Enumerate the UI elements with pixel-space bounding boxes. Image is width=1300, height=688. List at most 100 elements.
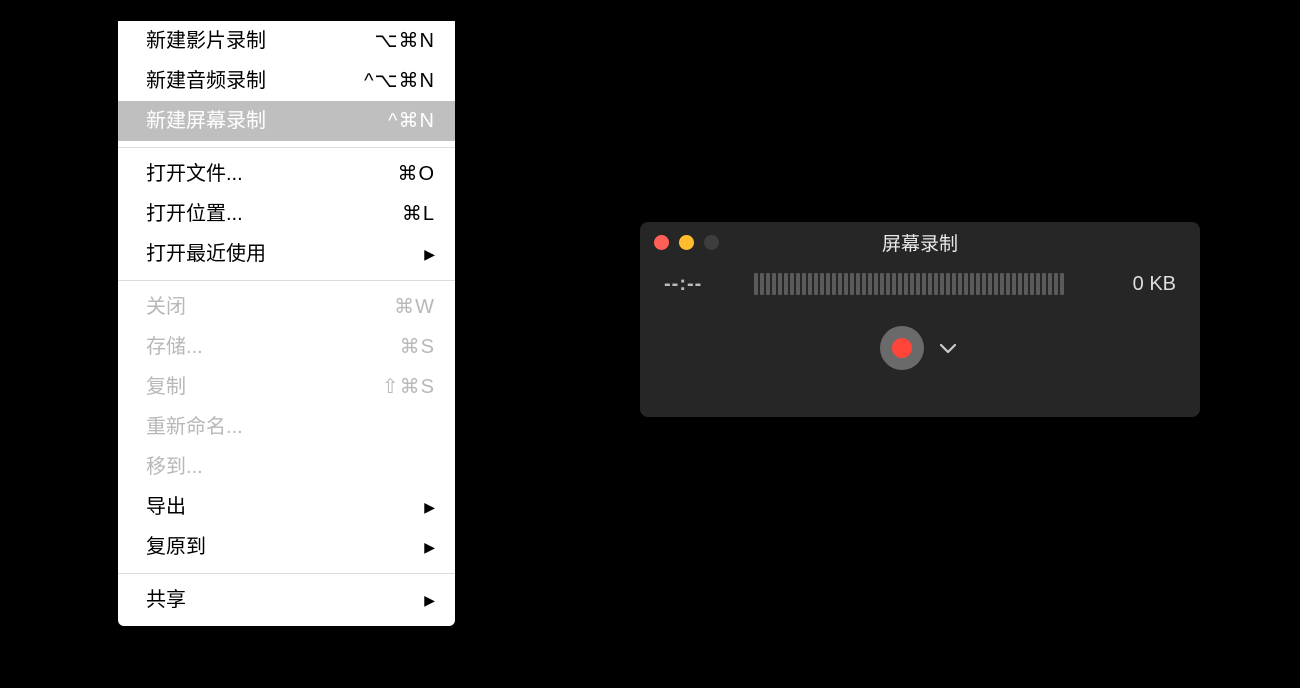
traffic-lights <box>654 235 719 250</box>
filesize: 0 KB <box>1104 273 1176 296</box>
titlebar[interactable]: 屏幕录制 <box>640 222 1200 262</box>
menu-close: 关闭 ⌘W <box>118 287 455 327</box>
meter-tick <box>814 273 818 295</box>
menu-item-label: 新建音频录制 <box>146 65 266 97</box>
meter-tick <box>1024 273 1028 295</box>
menu-item-label: 复原到 <box>146 531 206 563</box>
meter-tick <box>772 273 776 295</box>
menu-item-label: 复制 <box>146 371 186 403</box>
menu-item-label: 重新命名... <box>146 411 243 443</box>
meter-tick <box>880 273 884 295</box>
menu-item-label: 存储... <box>146 331 203 363</box>
menu-item-shortcut: ⌘L <box>365 198 435 230</box>
meter-tick <box>958 273 962 295</box>
menu-share[interactable]: 共享 ▶ <box>118 580 455 620</box>
options-dropdown[interactable] <box>936 330 960 367</box>
menu-item-label: 打开文件... <box>146 158 243 190</box>
meter-tick <box>766 273 770 295</box>
menu-item-label: 移到... <box>146 451 203 483</box>
meter-tick <box>808 273 812 295</box>
file-menu: 新建影片录制 ⌥⌘N 新建音频录制 ^⌥⌘N 新建屏幕录制 ^⌘N 打开文件..… <box>118 21 455 626</box>
meter-tick <box>754 273 758 295</box>
menu-item-shortcut: ⌘O <box>365 158 435 190</box>
meter-tick <box>970 273 974 295</box>
meter-tick <box>820 273 824 295</box>
menu-open-recent[interactable]: 打开最近使用 ▶ <box>118 234 455 274</box>
menu-new-audio-recording[interactable]: 新建音频录制 ^⌥⌘N <box>118 61 455 101</box>
meter-tick <box>898 273 902 295</box>
minimize-button[interactable] <box>679 235 694 250</box>
menu-revert-to[interactable]: 复原到 ▶ <box>118 527 455 567</box>
menu-item-label: 新建影片录制 <box>146 25 266 57</box>
meter-tick <box>826 273 830 295</box>
menu-separator <box>118 147 455 148</box>
menu-item-shortcut: ⌘S <box>365 331 435 363</box>
meter-tick <box>862 273 866 295</box>
meter-tick <box>1006 273 1010 295</box>
menu-item-label: 新建屏幕录制 <box>146 105 266 137</box>
menu-save: 存储... ⌘S <box>118 327 455 367</box>
menu-open-file[interactable]: 打开文件... ⌘O <box>118 154 455 194</box>
meter-tick <box>760 273 764 295</box>
meter-tick <box>856 273 860 295</box>
meter-tick <box>838 273 842 295</box>
menu-new-movie-recording[interactable]: 新建影片录制 ⌥⌘N <box>118 21 455 61</box>
meter-tick <box>1000 273 1004 295</box>
screen-recording-window: 屏幕录制 --:-- 0 KB <box>640 222 1200 417</box>
meter-tick <box>886 273 890 295</box>
record-icon <box>892 338 912 358</box>
meter-tick <box>784 273 788 295</box>
meter-tick <box>934 273 938 295</box>
menu-new-screen-recording[interactable]: 新建屏幕录制 ^⌘N <box>118 101 455 141</box>
meter-tick <box>916 273 920 295</box>
submenu-arrow-icon: ▶ <box>424 243 435 265</box>
meter-tick <box>1018 273 1022 295</box>
menu-duplicate: 复制 ⇧⌘S <box>118 367 455 407</box>
meter-tick <box>1060 273 1064 295</box>
meter-tick <box>1042 273 1046 295</box>
submenu-arrow-icon: ▶ <box>424 496 435 518</box>
meter-tick <box>796 273 800 295</box>
meter-tick <box>874 273 878 295</box>
audio-level-meter <box>754 272 1084 296</box>
chevron-down-icon <box>940 344 956 354</box>
meter-tick <box>946 273 950 295</box>
close-button[interactable] <box>654 235 669 250</box>
menu-move-to: 移到... <box>118 447 455 487</box>
meter-tick <box>1030 273 1034 295</box>
menu-export[interactable]: 导出 ▶ <box>118 487 455 527</box>
meter-tick <box>868 273 872 295</box>
meter-tick <box>964 273 968 295</box>
window-title: 屏幕录制 <box>640 229 1200 256</box>
meter-tick <box>1036 273 1040 295</box>
meter-ticks <box>754 273 1084 295</box>
menu-item-shortcut: ⌘W <box>365 291 435 323</box>
meter-tick <box>904 273 908 295</box>
maximize-button[interactable] <box>704 235 719 250</box>
meter-tick <box>910 273 914 295</box>
status-row: --:-- 0 KB <box>640 262 1200 300</box>
meter-tick <box>1048 273 1052 295</box>
timecode: --:-- <box>664 273 734 296</box>
record-button[interactable] <box>880 326 924 370</box>
meter-tick <box>994 273 998 295</box>
menu-item-shortcut: ^⌥⌘N <box>364 65 435 97</box>
meter-tick <box>1012 273 1016 295</box>
submenu-arrow-icon: ▶ <box>424 589 435 611</box>
menu-separator <box>118 573 455 574</box>
meter-tick <box>988 273 992 295</box>
meter-tick <box>892 273 896 295</box>
meter-tick <box>844 273 848 295</box>
meter-tick <box>928 273 932 295</box>
menu-item-shortcut: ⇧⌘S <box>365 371 435 403</box>
menu-item-shortcut: ^⌘N <box>365 105 435 137</box>
meter-tick <box>982 273 986 295</box>
controls <box>640 326 1200 370</box>
menu-open-location[interactable]: 打开位置... ⌘L <box>118 194 455 234</box>
menu-item-label: 打开位置... <box>146 198 243 230</box>
submenu-arrow-icon: ▶ <box>424 536 435 558</box>
meter-tick <box>802 273 806 295</box>
meter-tick <box>940 273 944 295</box>
meter-tick <box>922 273 926 295</box>
meter-tick <box>850 273 854 295</box>
